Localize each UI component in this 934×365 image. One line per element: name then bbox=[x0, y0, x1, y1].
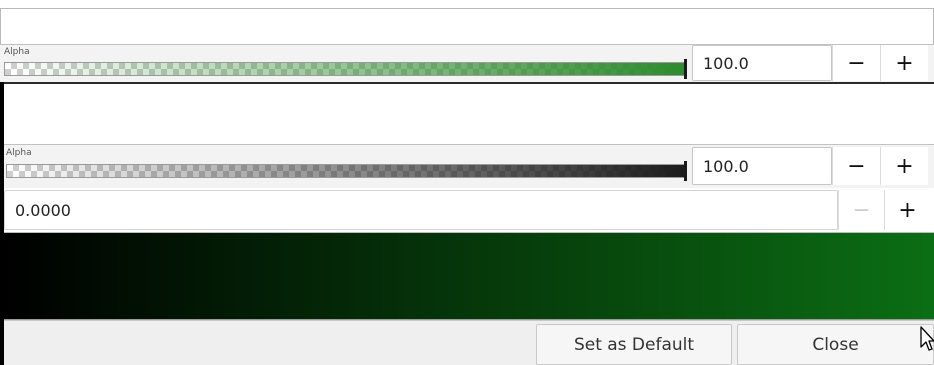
top-alpha-slider-handle[interactable] bbox=[684, 59, 687, 79]
alpha-increment-button[interactable]: + bbox=[880, 147, 928, 185]
minus-icon: − bbox=[852, 197, 871, 223]
value-decrement-button[interactable]: − bbox=[838, 190, 884, 230]
set-as-default-button[interactable]: Set as Default bbox=[536, 324, 732, 365]
minus-icon: − bbox=[847, 50, 866, 76]
minus-icon: − bbox=[847, 153, 866, 179]
top-alpha-value: 100.0 bbox=[703, 53, 749, 73]
top-alpha-slider[interactable] bbox=[4, 59, 687, 79]
top-alpha-decrement-button[interactable]: − bbox=[832, 45, 880, 81]
value-spin-input[interactable]: 0.0000 bbox=[4, 190, 838, 230]
plus-icon: + bbox=[898, 197, 917, 223]
plus-icon: + bbox=[895, 153, 914, 179]
alpha-value-input[interactable]: 100.0 bbox=[692, 147, 832, 185]
top-blank-area bbox=[0, 8, 934, 44]
value-spin-text: 0.0000 bbox=[15, 200, 71, 220]
alpha-slider-handle[interactable] bbox=[684, 161, 687, 181]
top-alpha-value-input[interactable]: 100.0 bbox=[692, 45, 832, 81]
color-preview-gradient bbox=[4, 232, 934, 320]
mouse-cursor-icon bbox=[920, 326, 934, 351]
close-button[interactable]: Close bbox=[737, 324, 934, 365]
close-label: Close bbox=[812, 334, 859, 355]
alpha-gradient bbox=[7, 165, 685, 177]
top-alpha-increment-button[interactable]: + bbox=[880, 45, 928, 81]
alpha-decrement-button[interactable]: − bbox=[832, 147, 880, 185]
set-as-default-label: Set as Default bbox=[573, 334, 695, 355]
plus-icon: + bbox=[895, 50, 914, 76]
top-alpha-label: Alpha bbox=[4, 47, 30, 57]
top-alpha-gradient bbox=[5, 63, 685, 75]
alpha-slider[interactable] bbox=[6, 161, 687, 181]
main-blank-area bbox=[4, 82, 934, 144]
alpha-value: 100.0 bbox=[703, 156, 749, 176]
value-increment-button[interactable]: + bbox=[884, 190, 930, 230]
alpha-label: Alpha bbox=[6, 148, 32, 158]
